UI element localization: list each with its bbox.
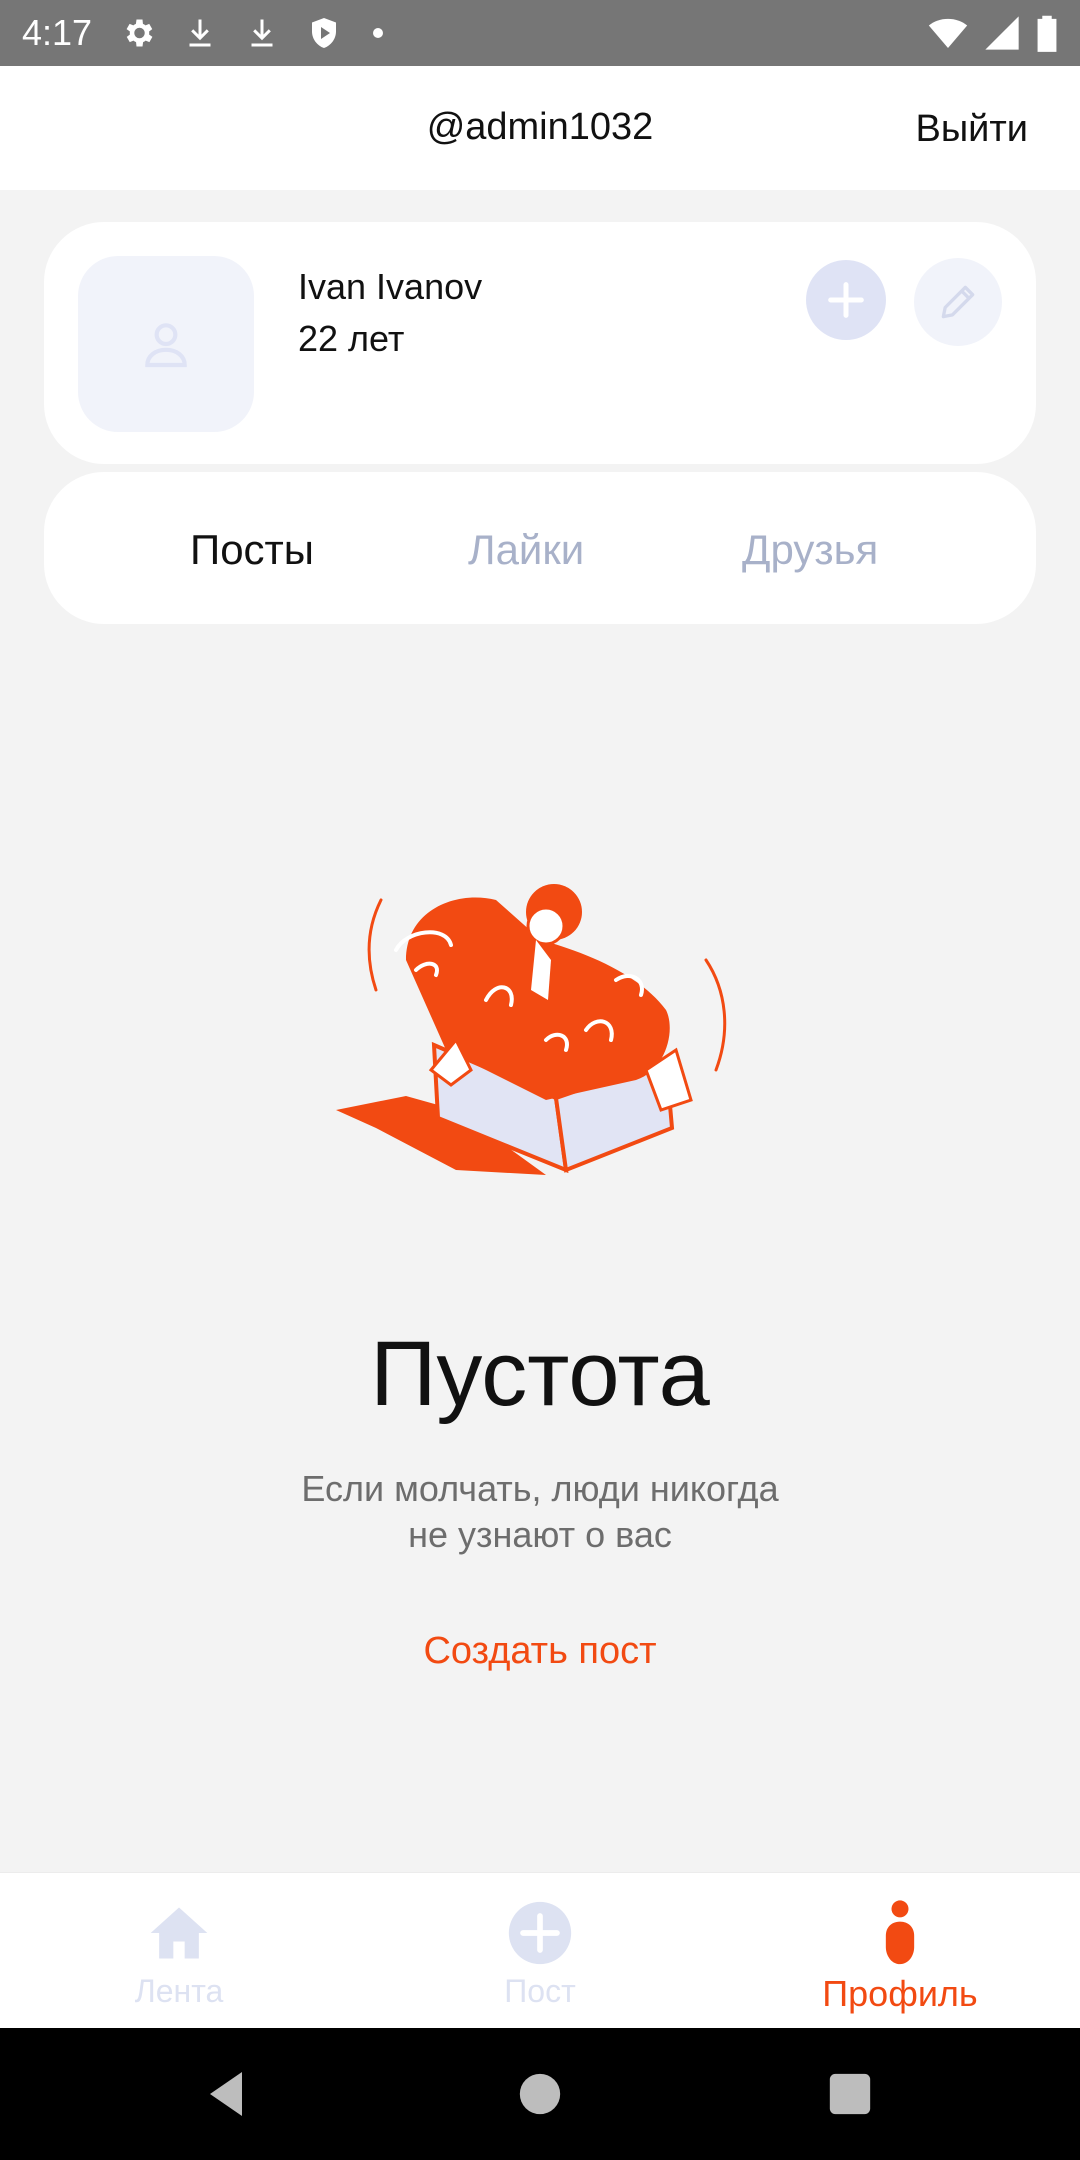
empty-state-title: Пустота <box>370 1323 710 1425</box>
profile-name: Ivan Ivanov <box>298 266 483 307</box>
home-circle-icon[interactable] <box>518 2068 562 2120</box>
status-time: 4:17 <box>22 12 93 53</box>
signal-icon <box>985 16 1019 50</box>
nav-item-profile[interactable]: Профиль <box>750 1873 1050 2029</box>
profile-age: 22 лет <box>298 318 405 359</box>
empty-state-subtitle: Если молчать, люди никогда не узнают о в… <box>0 1466 1080 1558</box>
home-icon <box>150 1907 208 1959</box>
avatar[interactable] <box>78 256 254 432</box>
status-left-icons <box>120 15 388 51</box>
nav-item-feed[interactable]: Лента <box>29 1873 329 2029</box>
create-post-button[interactable]: Создать пост <box>0 1630 1080 1673</box>
nav-item-post[interactable]: Пост <box>390 1873 690 2029</box>
pencil-icon <box>941 285 975 319</box>
profile-tabs: Посты Лайки Друзья <box>44 472 1036 624</box>
nav-label-feed: Лента <box>134 1973 224 2009</box>
empty-state-subtitle-line1: Если молчать, люди никогда <box>301 1468 779 1509</box>
edit-profile-button[interactable] <box>914 258 1002 346</box>
nav-label-profile: Профиль <box>822 1973 978 2014</box>
bottom-navigation: Лента Пост Профиль <box>0 1872 1080 2028</box>
status-right-icons <box>928 13 1058 53</box>
tab-posts[interactable]: Посты <box>190 526 314 574</box>
back-icon[interactable] <box>202 2068 250 2120</box>
download-icon <box>251 19 273 47</box>
top-header: @admin1032 Выйти <box>0 66 1080 190</box>
add-post-icon <box>508 1901 572 1965</box>
download-icon <box>189 19 211 47</box>
empty-state-subtitle-line2: не узнают о вас <box>408 1514 672 1555</box>
screen: 4:17 @admin1032 Выйти Ivan Ivanov 22 лет… <box>0 0 1080 2160</box>
empty-box-illustration <box>336 884 727 1175</box>
settings-icon <box>126 19 153 47</box>
logout-button[interactable]: Выйти <box>915 108 1028 151</box>
status-bar: 4:17 <box>0 0 1080 66</box>
battery-icon <box>1037 15 1057 52</box>
add-friend-button[interactable] <box>806 260 886 340</box>
profile-card: Ivan Ivanov 22 лет <box>44 222 1036 464</box>
recent-apps-icon[interactable] <box>828 2068 872 2120</box>
tab-likes[interactable]: Лайки <box>468 526 584 574</box>
nav-label-post: Пост <box>504 1973 576 2009</box>
dot-icon <box>373 28 384 38</box>
system-navigation-bar <box>0 2028 1080 2160</box>
plus-icon <box>828 282 864 318</box>
shield-icon <box>312 18 337 48</box>
profile-person-icon <box>885 1900 915 1965</box>
wifi-icon <box>928 18 968 48</box>
user-icon <box>145 323 187 368</box>
tab-friends[interactable]: Друзья <box>742 526 878 574</box>
